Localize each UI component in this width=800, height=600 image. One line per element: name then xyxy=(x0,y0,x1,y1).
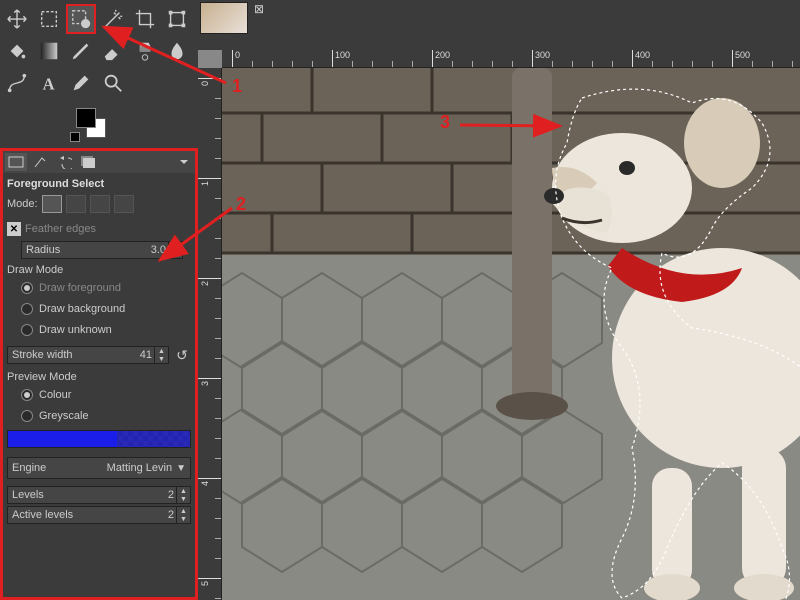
eraser-tool-icon[interactable] xyxy=(98,36,128,66)
ruler-vertical[interactable]: 012345 xyxy=(198,68,222,600)
mode-subtract-button[interactable] xyxy=(90,195,110,213)
options-body: Foreground Select Mode: ✕ Feather edges … xyxy=(3,173,195,597)
radius-spinner[interactable]: Radius 3.0 ▲▼ xyxy=(21,241,183,259)
mode-replace-button[interactable] xyxy=(42,195,62,213)
stroke-value: 41 xyxy=(140,349,154,361)
engine-dropdown[interactable]: Engine Matting Levin ▼ xyxy=(7,457,191,479)
levels-spinner[interactable]: Levels 2 ▲▼ xyxy=(7,486,191,504)
image-thumbnail[interactable] xyxy=(200,2,248,34)
close-image-icon[interactable]: ⊠ xyxy=(252,2,266,16)
radius-label: Radius xyxy=(22,244,151,256)
up-icon: ▲ xyxy=(169,242,182,250)
toolbox: A xyxy=(0,0,198,102)
swap-colors-icon[interactable] xyxy=(70,132,80,142)
color-picker-tool-icon[interactable] xyxy=(66,68,96,98)
preview-greyscale-label: Greyscale xyxy=(39,410,89,422)
levels-label: Levels xyxy=(8,489,168,501)
draw-foreground-label: Draw foreground xyxy=(39,282,121,294)
levels-value: 2 xyxy=(168,489,176,501)
engine-label: Engine xyxy=(12,462,46,474)
preview-mode-label: Preview Mode xyxy=(7,371,191,383)
dock-tabs xyxy=(3,151,195,173)
preview-colour-label: Colour xyxy=(39,389,71,401)
canvas-area: ⊠ 0100200300400500 012345 xyxy=(198,0,800,600)
draw-background-radio[interactable]: Draw background xyxy=(7,300,191,318)
tool-options-panel: Foreground Select Mode: ✕ Feather edges … xyxy=(0,148,198,600)
radius-value: 3.0 xyxy=(151,244,168,256)
thumbnail-bar: ⊠ xyxy=(198,0,800,50)
feather-row: ✕ Feather edges xyxy=(7,220,191,238)
dock-menu-icon[interactable] xyxy=(175,153,193,171)
dock-tab-tool-options[interactable] xyxy=(5,153,27,171)
engine-value: Matting Levin xyxy=(46,462,176,474)
panel-title: Foreground Select xyxy=(7,176,191,192)
feather-checkbox[interactable]: ✕ xyxy=(7,222,21,236)
radio-icon xyxy=(21,324,33,336)
left-panel: A Foreground Select Mode: xyxy=(0,0,198,600)
down-icon: ▼ xyxy=(169,250,182,258)
crop-tool-icon[interactable] xyxy=(130,4,160,34)
mode-label: Mode: xyxy=(7,198,38,210)
foreground-select-tool-icon[interactable] xyxy=(66,4,96,34)
stroke-label: Stroke width xyxy=(8,349,140,361)
active-levels-spinner[interactable]: Active levels 2 ▲▼ xyxy=(7,506,191,524)
bucket-tool-icon[interactable] xyxy=(2,36,32,66)
mode-row: Mode: xyxy=(7,195,191,213)
mode-add-button[interactable] xyxy=(66,195,86,213)
active-levels-value: 2 xyxy=(168,509,176,521)
draw-foreground-radio[interactable]: Draw foreground xyxy=(7,279,191,297)
chevron-down-icon: ▼ xyxy=(176,463,186,474)
radio-icon xyxy=(21,303,33,315)
mode-intersect-button[interactable] xyxy=(114,195,134,213)
image-canvas[interactable] xyxy=(222,68,800,600)
rectangle-select-tool-icon[interactable] xyxy=(34,4,64,34)
dock-tab-device[interactable] xyxy=(29,153,51,171)
draw-mode-label: Draw Mode xyxy=(7,264,191,276)
reset-stroke-icon[interactable]: ↺ xyxy=(173,346,191,364)
preview-color-swatch[interactable] xyxy=(7,430,191,448)
path-tool-icon[interactable] xyxy=(2,68,32,98)
pencil-tool-icon[interactable] xyxy=(66,36,96,66)
draw-unknown-radio[interactable]: Draw unknown xyxy=(7,321,191,339)
radio-icon xyxy=(21,410,33,422)
fg-color-swatch[interactable] xyxy=(76,108,96,128)
radio-icon xyxy=(21,389,33,401)
smudge-tool-icon[interactable] xyxy=(162,36,192,66)
zoom-tool-icon[interactable] xyxy=(98,68,128,98)
draw-background-label: Draw background xyxy=(39,303,125,315)
wand-tool-icon[interactable] xyxy=(98,4,128,34)
text-tool-icon[interactable]: A xyxy=(34,68,64,98)
move-tool-icon[interactable] xyxy=(2,4,32,34)
radio-icon xyxy=(21,282,33,294)
preview-greyscale-radio[interactable]: Greyscale xyxy=(7,407,191,425)
transform-tool-icon[interactable] xyxy=(162,4,192,34)
clone-tool-icon[interactable] xyxy=(130,36,160,66)
stroke-width-spinner[interactable]: Stroke width 41 ▲▼ xyxy=(7,346,169,364)
ruler-horizontal[interactable]: 0100200300400500 xyxy=(222,50,800,68)
draw-unknown-label: Draw unknown xyxy=(39,324,112,336)
color-swatches[interactable] xyxy=(0,108,198,146)
svg-text:A: A xyxy=(43,74,55,93)
dock-tab-undo[interactable] xyxy=(53,153,75,171)
preview-colour-radio[interactable]: Colour xyxy=(7,386,191,404)
feather-label: Feather edges xyxy=(25,223,96,235)
active-levels-label: Active levels xyxy=(8,509,168,521)
dock-tab-images[interactable] xyxy=(77,153,99,171)
gradient-tool-icon[interactable] xyxy=(34,36,64,66)
